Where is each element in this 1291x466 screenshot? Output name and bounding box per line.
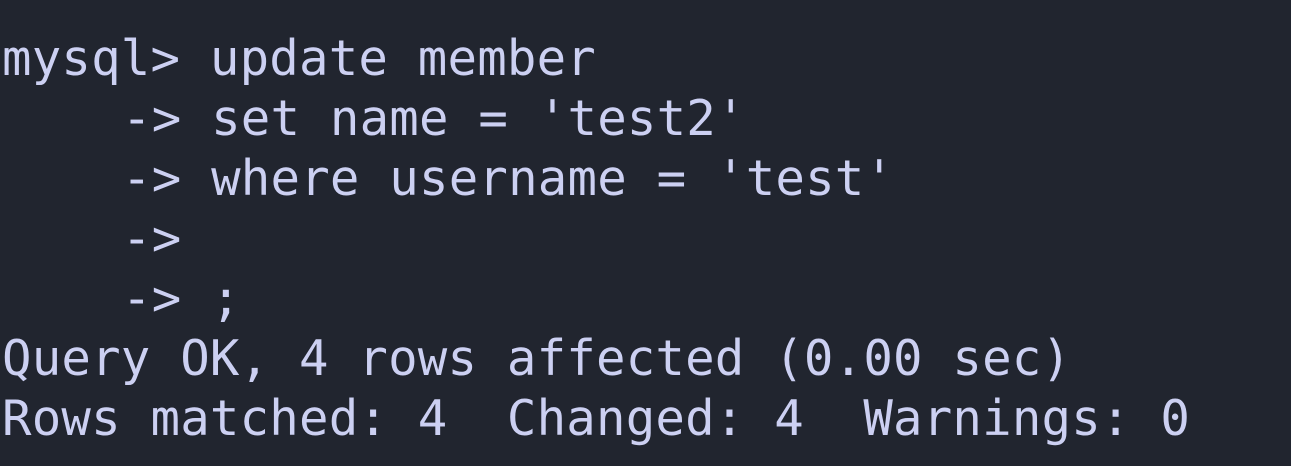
terminal-line-output: Query OK, 4 rows affected (0.00 sec) [2,330,1072,387]
terminal-line-prompt: mysql> update member [2,30,597,87]
terminal-line-continuation: -> where username = 'test' [122,150,895,207]
terminal-window[interactable]: mysql> update member -> set name = 'test… [0,0,1291,466]
terminal-line-continuation: -> [122,210,182,267]
terminal-line-output: Rows matched: 4 Changed: 4 Warnings: 0 [2,390,1191,447]
terminal-line-continuation: -> set name = 'test2' [122,90,746,147]
terminal-line-continuation: -> ; [122,270,241,327]
